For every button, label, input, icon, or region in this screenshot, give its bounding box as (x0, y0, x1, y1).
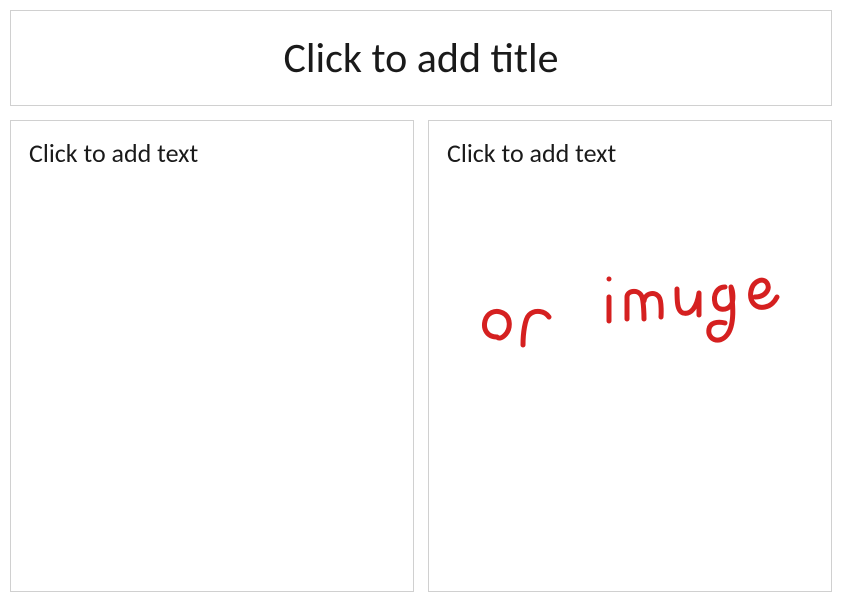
left-content-placeholder-text: Click to add text (29, 137, 198, 169)
ink-icon (469, 261, 829, 371)
right-content-placeholder-box[interactable]: Click to add text or image (428, 120, 832, 592)
left-content-placeholder-box[interactable]: Click to add text (10, 120, 414, 592)
content-row: Click to add text Click to add text or i… (10, 120, 832, 592)
handwritten-annotation: or image (469, 261, 829, 371)
right-content-placeholder-text: Click to add text (447, 137, 616, 169)
slide-canvas: Click to add title Click to add text Cli… (10, 10, 832, 592)
title-placeholder-text: Click to add title (283, 33, 558, 84)
title-placeholder-box[interactable]: Click to add title (10, 10, 832, 106)
